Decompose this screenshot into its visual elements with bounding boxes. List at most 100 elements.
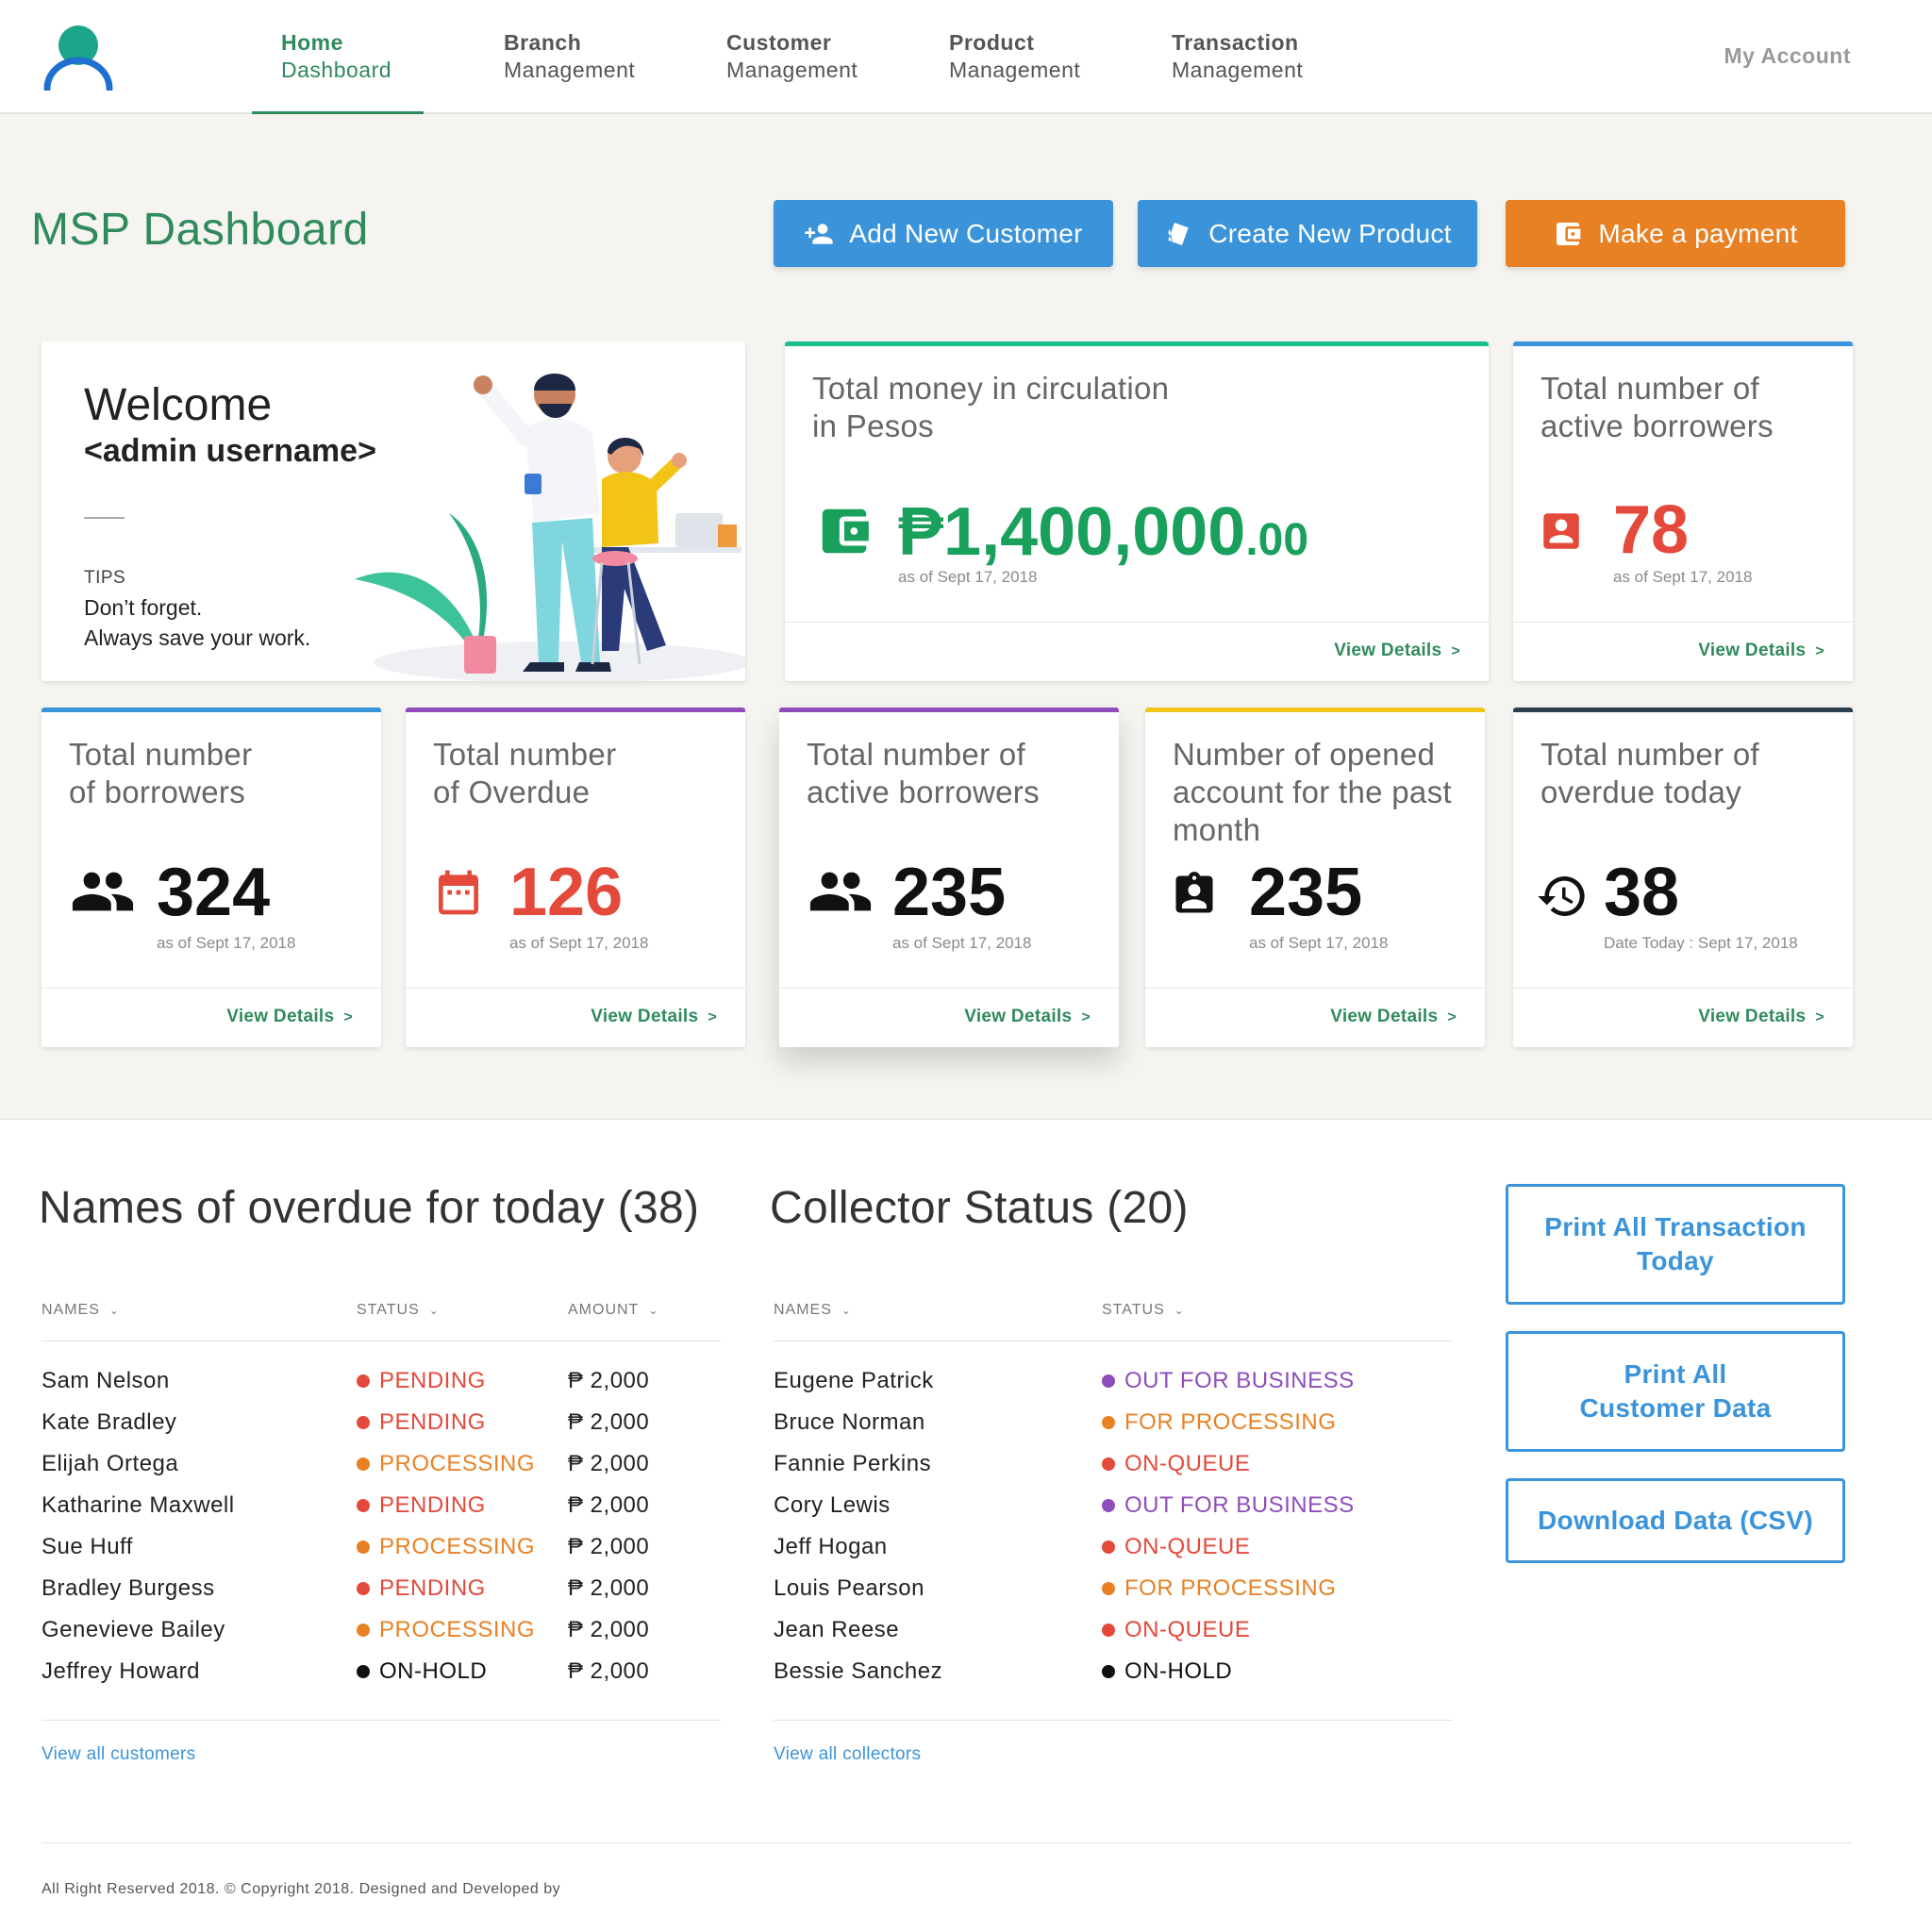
link-label: View Details [226, 1007, 335, 1026]
card-title: Total number of overdue today [1541, 736, 1759, 811]
view-all-customers-link[interactable]: View all customers [42, 1744, 195, 1765]
status-label: ON-QUEUE [1102, 1451, 1250, 1477]
nav-product-management[interactable]: Product Management [949, 29, 1080, 84]
status-text: FOR PROCESSING [1124, 1575, 1337, 1601]
chevron-right-icon: > [1815, 1009, 1824, 1025]
card-date: as of Sept 17, 2018 [1613, 568, 1753, 586]
card-accent [1513, 708, 1853, 712]
card-accent [1513, 341, 1853, 346]
view-details-link[interactable]: View Details > [1698, 641, 1824, 661]
overdue-list-title: Names of overdue for today (38) [39, 1183, 700, 1233]
card-divider [406, 988, 745, 989]
column-header-amount[interactable]: AMOUNT ⌄ [568, 1302, 658, 1319]
column-header-status[interactable]: STATUS ⌄ [357, 1302, 440, 1319]
status-label: PROCESSING [357, 1534, 535, 1560]
card-title-line: account for the past [1173, 774, 1452, 809]
create-new-product-button[interactable]: Create New Product [1138, 200, 1477, 267]
card-title-line: Total number of [807, 737, 1025, 772]
status-dot [357, 1665, 370, 1678]
card-value: 235 [1249, 855, 1363, 930]
download-csv-button[interactable]: Download Data (CSV) [1506, 1478, 1845, 1563]
card-value: 235 [892, 855, 1007, 930]
status-dot [357, 1582, 370, 1595]
status-label: OUT FOR BUSINESS [1102, 1368, 1355, 1394]
nav-branch-management[interactable]: Branch Management [504, 29, 635, 84]
card-value: 126 [509, 855, 624, 930]
card-accent [779, 708, 1119, 712]
make-payment-button[interactable]: Make a payment [1506, 200, 1845, 267]
nav-transaction-management[interactable]: Transaction Management [1172, 29, 1303, 84]
tag-icon [1168, 222, 1189, 245]
button-label: Print All Transaction [1544, 1212, 1807, 1241]
logo[interactable] [42, 25, 115, 91]
collector-name: Jean Reese [774, 1617, 900, 1642]
print-all-transactions-button[interactable]: Print All Transaction Today [1506, 1184, 1845, 1305]
card-divider [1145, 988, 1485, 989]
card-accent [1145, 708, 1485, 712]
card-accent [406, 708, 745, 712]
status-dot [357, 1499, 370, 1512]
view-details-link[interactable]: View Details > [1330, 1007, 1457, 1027]
card-date: Date Today : Sept 17, 2018 [1604, 934, 1798, 952]
status-dot [357, 1457, 370, 1471]
nav-customer-management[interactable]: Customer Management [726, 29, 858, 84]
collector-name: Bruce Norman [774, 1409, 925, 1435]
chevron-right-icon: > [343, 1009, 353, 1025]
column-header-names[interactable]: NAMES ⌄ [774, 1302, 852, 1319]
wallet-icon [1557, 222, 1581, 245]
column-header-names[interactable]: NAMES ⌄ [42, 1302, 120, 1319]
customer-name: Sue Huff [42, 1534, 133, 1559]
link-label: View Details [1698, 1007, 1807, 1026]
print-all-customer-data-button[interactable]: Print All Customer Data [1506, 1331, 1845, 1452]
view-details-link[interactable]: View Details > [964, 1007, 1091, 1027]
view-all-collectors-link[interactable]: View all collectors [774, 1744, 921, 1765]
status-dot [357, 1374, 370, 1388]
nav-label: Product [949, 30, 1035, 55]
status-dot [1102, 1416, 1115, 1429]
lists-section: Names of overdue for today (38) NAMES ⌄ S… [0, 1119, 1932, 1932]
welcome-divider [84, 517, 125, 519]
money-value: ₱1,400,000.00 [898, 498, 1308, 575]
status-text: OUT FOR BUSINESS [1124, 1368, 1355, 1393]
status-dot [357, 1624, 370, 1637]
total-active-borrowers-card: Total number of active borrowers 235 as … [779, 708, 1119, 1047]
card-divider [785, 622, 1489, 623]
amount: ₱ 2,000 [568, 1658, 650, 1684]
welcome-username: <admin username> [84, 433, 376, 469]
chevron-right-icon: > [1081, 1009, 1091, 1025]
account-box-icon [1538, 508, 1585, 555]
status-dot [1102, 1499, 1115, 1512]
status-text: ON-QUEUE [1124, 1534, 1251, 1559]
view-details-link[interactable]: View Details > [226, 1007, 353, 1027]
card-title: Total number of borrowers [69, 736, 252, 811]
view-details-link[interactable]: View Details > [1698, 1007, 1824, 1027]
total-overdue-card: Total number of Overdue 126 as of Sept 1… [406, 708, 745, 1047]
card-title-line: of borrowers [69, 774, 246, 809]
card-date: as of Sept 17, 2018 [892, 934, 1032, 952]
my-account-link[interactable]: My Account [1724, 43, 1852, 69]
card-title: Total number of active borrowers [1541, 370, 1774, 445]
view-details-link[interactable]: View Details > [1334, 641, 1460, 661]
add-new-customer-button[interactable]: Add New Customer [774, 200, 1113, 267]
view-details-link[interactable]: View Details > [591, 1007, 717, 1027]
card-title-line: Total number [433, 737, 617, 772]
status-label: PROCESSING [357, 1451, 535, 1477]
link-label: View Details [964, 1007, 1073, 1026]
status-dot [1102, 1541, 1115, 1554]
collector-name: Eugene Patrick [774, 1368, 934, 1393]
column-header-status[interactable]: STATUS ⌄ [1102, 1302, 1185, 1319]
card-title: Number of opened account for the past mo… [1173, 736, 1452, 849]
card-title-line: overdue today [1541, 774, 1742, 809]
status-label: FOR PROCESSING [1102, 1575, 1336, 1602]
card-title-line: of Overdue [433, 774, 591, 809]
chevron-down-icon: ⌄ [648, 1304, 659, 1317]
link-label: View Details [1330, 1007, 1439, 1026]
status-dot [1102, 1457, 1115, 1471]
nav-home-dashboard[interactable]: Home Dashboard [281, 29, 391, 84]
status-text: ON-QUEUE [1124, 1451, 1251, 1476]
card-title: Total number of active borrowers [807, 736, 1040, 811]
card-divider [1513, 988, 1853, 989]
card-title-line: active borrowers [807, 774, 1040, 809]
collector-name: Cory Lewis [774, 1492, 891, 1518]
card-date: as of Sept 17, 2018 [509, 934, 649, 952]
